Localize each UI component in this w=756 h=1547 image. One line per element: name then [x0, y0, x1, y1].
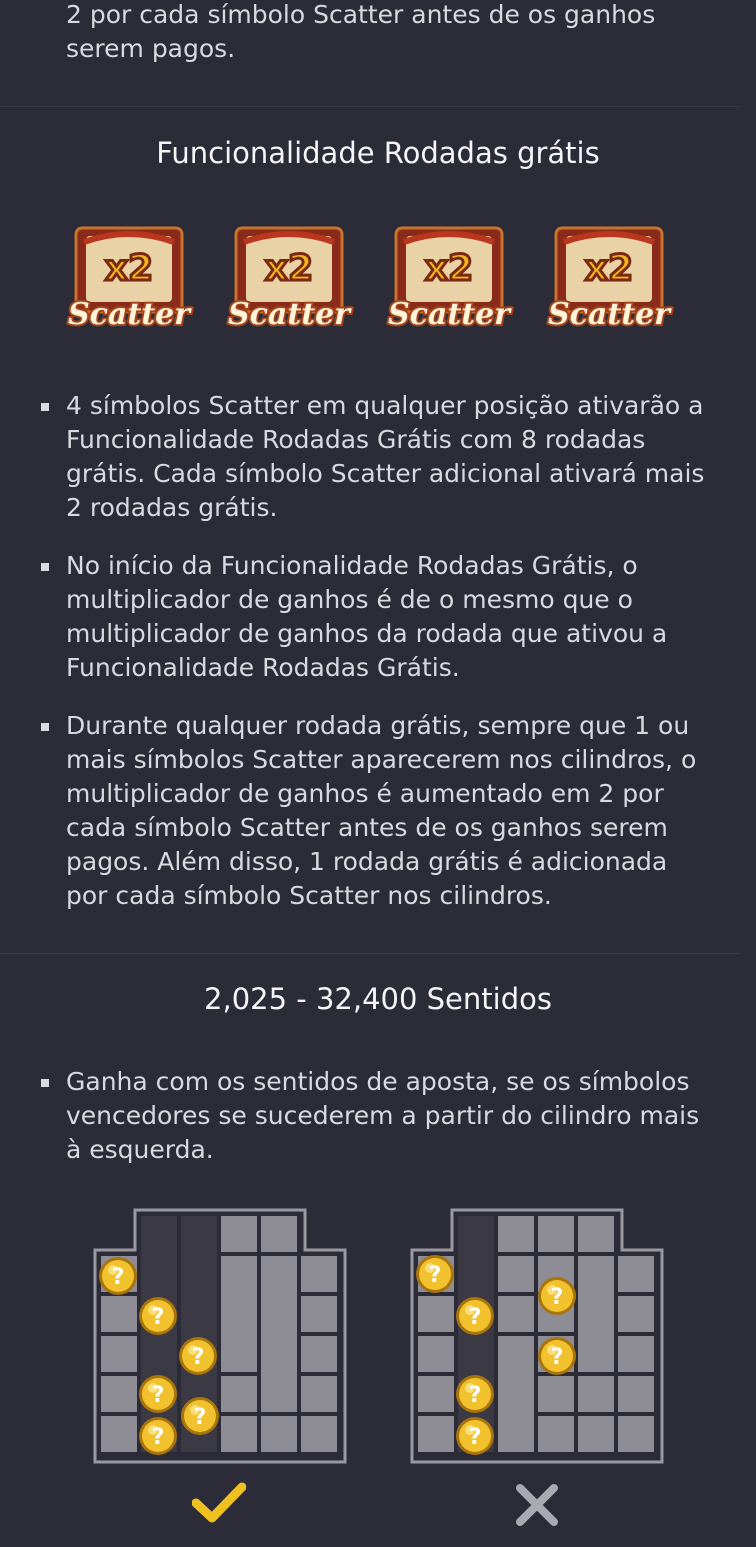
coin-icon: ?	[139, 1417, 177, 1455]
reel-cell	[101, 1296, 137, 1332]
winning-example-grid: ??????	[93, 1208, 347, 1464]
svg-text:?: ?	[551, 1285, 564, 1310]
coin-icon: ?	[538, 1337, 576, 1375]
reel-cell	[221, 1376, 257, 1412]
reel-cell	[618, 1256, 654, 1292]
coin-icon: ?	[139, 1375, 177, 1413]
check-icon	[192, 1482, 246, 1523]
scatter-word: Scatter	[388, 297, 512, 332]
coin-icon: ?	[179, 1337, 217, 1375]
coin-icon: ?	[99, 1257, 137, 1295]
reel-cell	[498, 1256, 534, 1292]
scatter-word: Scatter	[228, 297, 352, 332]
scatter-symbol-icon: x2 Scatter	[66, 226, 194, 334]
list-item: Durante qualquer rodada grátis, sempre q…	[0, 709, 716, 913]
reel-cell	[221, 1216, 257, 1252]
svg-text:?: ?	[469, 1383, 482, 1408]
reel-cell	[538, 1376, 574, 1412]
svg-text:?: ?	[152, 1383, 165, 1408]
divider	[0, 953, 740, 954]
reel-cell	[101, 1336, 137, 1372]
scatter-symbols-row: x2 Scatter x2 Scatter x2 Scatter x2 Scatter	[62, 222, 682, 340]
svg-text:?: ?	[192, 1345, 205, 1370]
multiplier-text: x2	[265, 248, 313, 289]
reel-cell	[221, 1256, 257, 1372]
bullet-text: No início da Funcionalidade Rodadas Grát…	[66, 551, 668, 682]
svg-text:?: ?	[551, 1345, 564, 1370]
ways-title: 2,025 - 32,400 Sentidos	[204, 982, 552, 1016]
scatter-symbol-icon: x2 Scatter	[546, 226, 674, 334]
bullet-text: Durante qualquer rodada grátis, sempre q…	[66, 711, 697, 910]
reel-cell	[261, 1256, 297, 1412]
losing-example-grid: ??????	[410, 1208, 664, 1464]
reel-cell	[221, 1416, 257, 1452]
reel-cell	[261, 1216, 297, 1252]
bullet-text: Ganha com os sentidos de aposta, se os s…	[66, 1067, 700, 1164]
reel-cell	[301, 1376, 337, 1412]
reel-cell	[418, 1336, 454, 1372]
reel-cell	[538, 1416, 574, 1452]
reel-cell	[301, 1296, 337, 1332]
reel-cell	[578, 1416, 614, 1452]
coin-icon: ?	[139, 1297, 177, 1335]
divider	[0, 106, 740, 107]
bullet-icon	[41, 1079, 49, 1087]
intro-text: 2 por cada símbolo Scatter antes de os g…	[66, 0, 656, 63]
svg-text:?: ?	[429, 1263, 442, 1288]
coin-icon: ?	[456, 1417, 494, 1455]
scatter-symbol-icon: x2 Scatter	[226, 226, 354, 334]
reel-cell	[418, 1296, 454, 1332]
list-item: 4 símbolos Scatter em qualquer posição a…	[0, 389, 716, 525]
reel-cell	[578, 1216, 614, 1252]
cross-icon	[516, 1484, 558, 1526]
svg-text:?: ?	[194, 1405, 207, 1430]
list-item: No início da Funcionalidade Rodadas Grát…	[0, 549, 716, 685]
reel-cell	[301, 1416, 337, 1452]
reel-cell	[618, 1336, 654, 1372]
scatter-symbol-icon: x2 Scatter	[386, 226, 514, 334]
coin-icon: ?	[456, 1375, 494, 1413]
scatter-word: Scatter	[68, 297, 192, 332]
multiplier-text: x2	[585, 248, 633, 289]
coin-icon: ?	[416, 1255, 454, 1293]
svg-text:?: ?	[152, 1425, 165, 1450]
reel-cell	[101, 1416, 137, 1452]
reel-cell	[578, 1376, 614, 1412]
reel-cell	[498, 1296, 534, 1332]
list-item: Ganha com os sentidos de aposta, se os s…	[0, 1065, 716, 1167]
svg-text:?: ?	[469, 1305, 482, 1330]
reel-cell	[301, 1256, 337, 1292]
reel-cell	[538, 1216, 574, 1252]
bullet-icon	[41, 723, 49, 731]
svg-text:?: ?	[112, 1265, 125, 1290]
bullet-text: 4 símbolos Scatter em qualquer posição a…	[66, 391, 705, 522]
bullet-icon	[41, 563, 49, 571]
reel-cell	[578, 1256, 614, 1372]
reel-cell	[498, 1336, 534, 1452]
free-spins-title: Funcionalidade Rodadas grátis	[156, 136, 600, 170]
ways-bullets: Ganha com os sentidos de aposta, se os s…	[0, 1065, 756, 1191]
reel-cell	[618, 1296, 654, 1332]
multiplier-text: x2	[425, 248, 473, 289]
coin-icon: ?	[456, 1297, 494, 1335]
reel-cell	[418, 1376, 454, 1412]
bullet-icon	[41, 403, 49, 411]
reel-cell	[618, 1376, 654, 1412]
reel-cell	[101, 1376, 137, 1412]
svg-text:?: ?	[469, 1425, 482, 1450]
multiplier-text: x2	[105, 248, 153, 289]
reel-cell	[418, 1416, 454, 1452]
coin-icon: ?	[181, 1397, 219, 1435]
coin-icon: ?	[538, 1277, 576, 1315]
scatter-word: Scatter	[548, 297, 672, 332]
svg-text:?: ?	[152, 1305, 165, 1330]
reel-cell	[618, 1416, 654, 1452]
reel-cell	[498, 1216, 534, 1252]
reel-cell	[261, 1416, 297, 1452]
reel-cell	[301, 1336, 337, 1372]
free-spins-bullets: 4 símbolos Scatter em qualquer posição a…	[0, 389, 756, 937]
